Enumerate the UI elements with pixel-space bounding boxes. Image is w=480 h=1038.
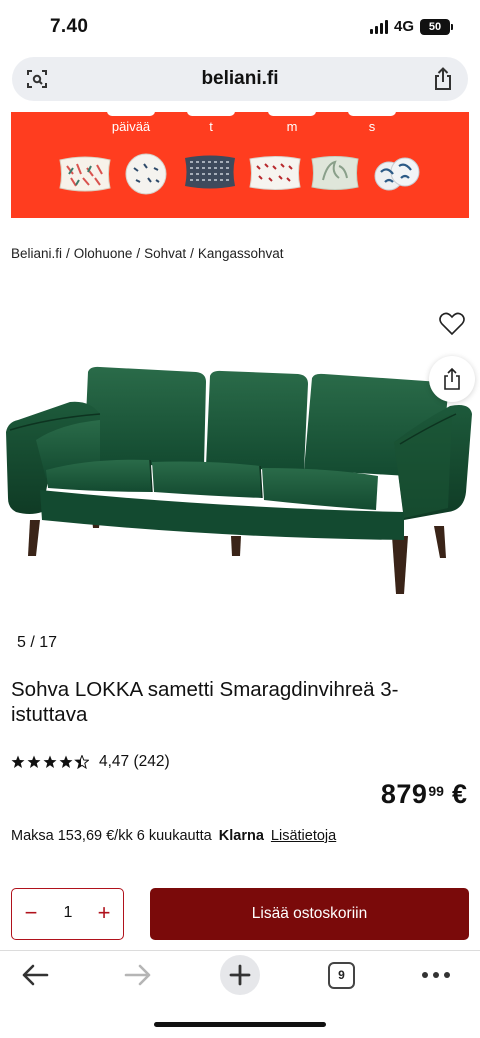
share-icon xyxy=(444,367,460,390)
price-decimals: 99 xyxy=(428,783,444,799)
address-bar[interactable]: beliani.fi xyxy=(12,57,468,101)
pillow-image xyxy=(374,157,420,191)
back-arrow-icon[interactable] xyxy=(20,963,50,987)
rating-stars-icon xyxy=(11,755,89,769)
more-options-icon[interactable] xyxy=(420,963,452,987)
status-indicators: 4G 50 xyxy=(369,18,453,35)
plus-icon xyxy=(229,964,251,986)
network-type: 4G xyxy=(393,18,414,35)
breadcrumb-item[interactable]: Beliani.fi xyxy=(11,246,62,261)
promo-banner[interactable]: päivää t m s xyxy=(11,112,469,218)
countdown-label-days: päivää xyxy=(111,119,151,134)
rating-text: 4,47 (242) xyxy=(99,753,170,770)
financing-text: Maksa 153,69 €/kk 6 kuukautta xyxy=(11,828,212,844)
pillow-image xyxy=(125,153,167,195)
breadcrumb: Beliani.fi / Olohuone / Sohvat / Kangassohvat xyxy=(11,246,284,261)
quantity-increase-button[interactable]: + xyxy=(91,901,117,927)
product-rating[interactable]: 4,47 (242) xyxy=(11,753,170,771)
price-integer: 879 xyxy=(380,779,428,809)
pillow-image xyxy=(311,156,359,190)
add-to-cart-button[interactable]: Lisää ostoskoriin xyxy=(150,888,469,940)
pillow-image xyxy=(59,156,111,192)
product-image[interactable] xyxy=(0,362,480,598)
home-indicator xyxy=(154,1022,326,1027)
share-icon[interactable] xyxy=(432,67,454,91)
financing-info: Maksa 153,69 €/kk 6 kuukautta Klarna Lis… xyxy=(11,828,336,844)
countdown-label-hours: t xyxy=(209,119,213,134)
product-title: Sohva LOKKA sametti Smaragdinvihreä 3-is… xyxy=(11,678,399,726)
status-time: 7.40 xyxy=(50,16,89,37)
financing-more-link[interactable]: Lisätietoja xyxy=(271,828,336,844)
price-currency: € xyxy=(451,779,467,809)
countdown-labels: päivää t m s xyxy=(11,119,469,137)
forward-arrow-icon[interactable] xyxy=(123,963,153,987)
status-bar: 7.40 4G 50 xyxy=(0,0,480,56)
new-tab-button[interactable] xyxy=(220,955,260,995)
url-text[interactable]: beliani.fi xyxy=(12,68,468,90)
quantity-value[interactable]: 1 xyxy=(52,904,84,922)
countdown-label-seconds: s xyxy=(368,119,376,134)
quantity-decrease-button[interactable]: − xyxy=(18,901,44,927)
quantity-stepper: − 1 + xyxy=(11,888,124,940)
tab-switcher-button[interactable]: 9 xyxy=(328,962,355,989)
breadcrumb-item[interactable]: Olohuone xyxy=(74,246,133,261)
battery-icon: 50 xyxy=(420,18,453,35)
image-share-button[interactable] xyxy=(429,356,475,402)
pillow-image xyxy=(185,155,235,189)
klarna-logo: Klarna xyxy=(218,828,264,844)
gallery-counter: 5 / 17 xyxy=(17,634,58,651)
breadcrumb-item[interactable]: Sohvat xyxy=(144,246,186,261)
wishlist-heart-icon[interactable] xyxy=(439,312,465,336)
pillow-image xyxy=(249,156,301,190)
signal-icon xyxy=(369,19,388,34)
breadcrumb-item[interactable]: Kangassohvat xyxy=(198,246,284,261)
product-price: 879 99 € xyxy=(381,779,467,810)
countdown-label-minutes: m xyxy=(286,119,298,134)
